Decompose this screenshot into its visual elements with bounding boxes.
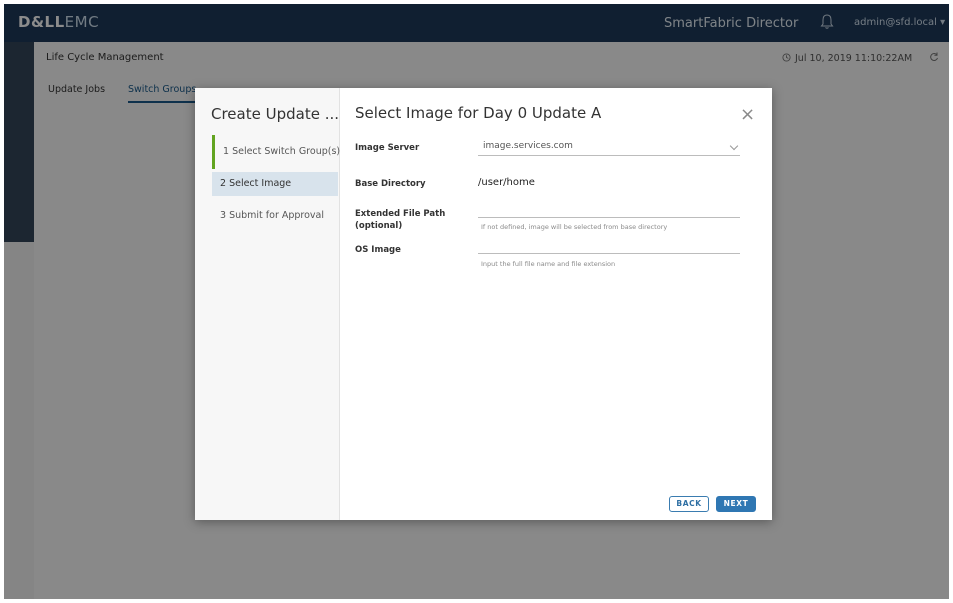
os-image-label: OS Image — [355, 245, 401, 255]
back-button[interactable]: BACK — [669, 496, 709, 512]
extended-path-label-line1: Extended File Path — [355, 209, 446, 219]
step-submit-for-approval[interactable]: 3 Submit for Approval — [212, 204, 338, 228]
update-wizard-modal: Create Update ... 1 Select Switch Group(… — [195, 88, 772, 520]
base-directory-label: Base Directory — [355, 179, 426, 189]
next-button[interactable]: NEXT — [716, 496, 756, 512]
image-server-value: image.services.com — [483, 141, 573, 151]
extended-path-input[interactable] — [478, 200, 740, 218]
step-select-switch-groups[interactable]: 1 Select Switch Group(s) — [212, 135, 340, 169]
os-image-hint: Input the full file name and file extens… — [481, 260, 616, 268]
dialog-title: Select Image for Day 0 Update A — [355, 104, 602, 122]
close-icon[interactable]: × — [740, 104, 755, 125]
wizard-step-nav: Create Update ... 1 Select Switch Group(… — [195, 88, 340, 520]
wizard-title: Create Update ... — [211, 105, 340, 123]
step-select-image[interactable]: 2 Select Image — [212, 172, 338, 196]
os-image-input[interactable] — [478, 236, 740, 254]
base-directory-value: /user/home — [478, 177, 535, 188]
extended-path-hint: If not defined, image will be selected f… — [481, 223, 668, 231]
image-server-label: Image Server — [355, 143, 420, 153]
extended-path-label: Extended File Path (optional) — [355, 208, 445, 232]
extended-path-label-line2: (optional) — [355, 221, 403, 231]
